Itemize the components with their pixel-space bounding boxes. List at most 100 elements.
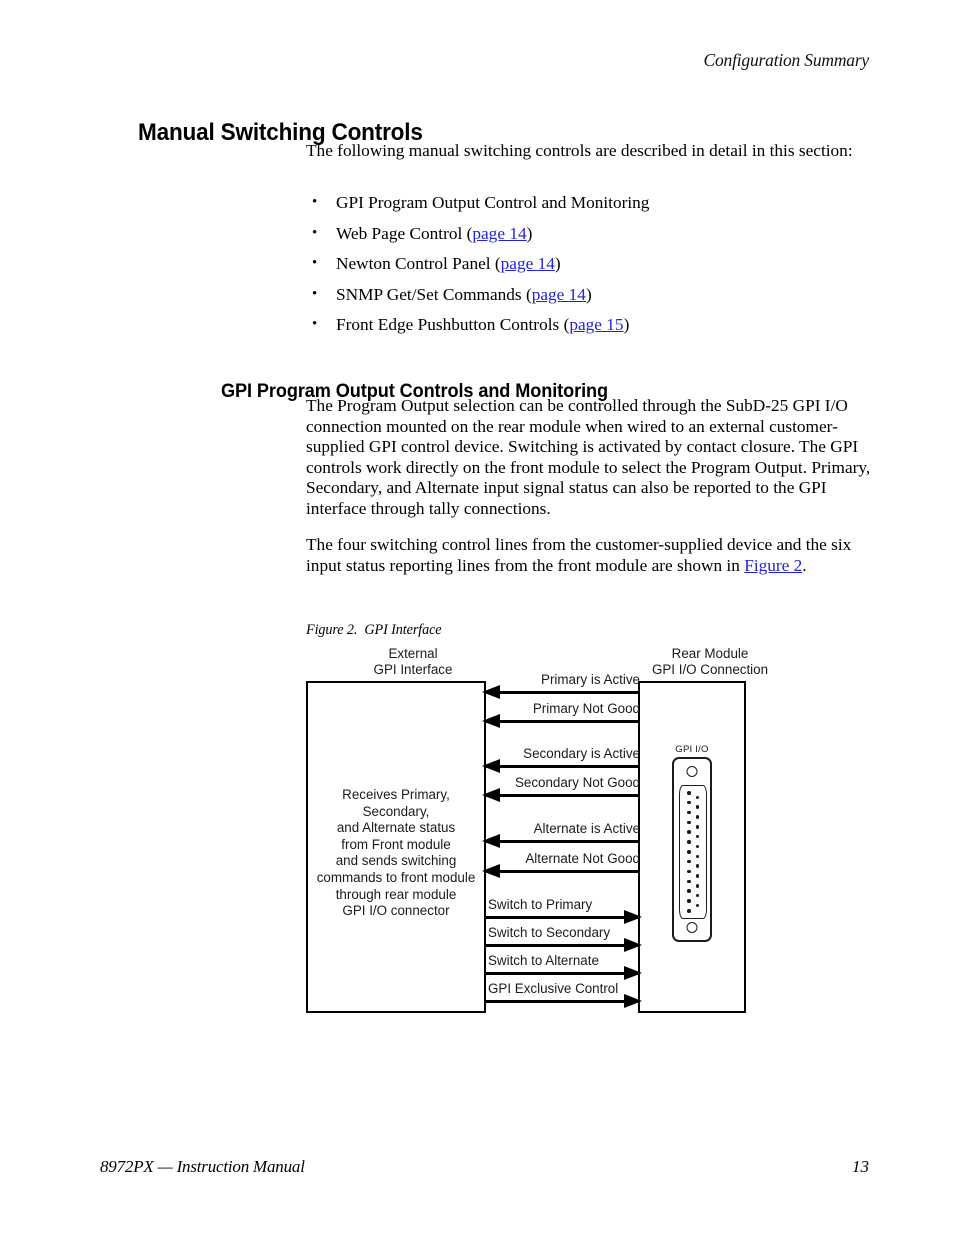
bullet-paren-close: ): [526, 223, 533, 243]
arrowhead-left-icon: [482, 834, 500, 848]
connector-pin: [687, 909, 691, 913]
signal-label: Switch to Secondary: [488, 925, 611, 940]
connector-screw-top-icon: [686, 766, 698, 777]
text-line: Receives Primary, Secondary,: [342, 787, 450, 819]
connector-pin: [695, 874, 700, 878]
text-line: GPI Interface: [373, 661, 453, 677]
connector-pin: [695, 795, 700, 800]
connector-pin: [695, 844, 700, 849]
connector-pin: [687, 889, 691, 893]
connector-screw-bottom-icon: [686, 922, 698, 933]
page-reference-link[interactable]: page 14: [472, 224, 526, 243]
bullet-item: GPI Program Output Control and Monitorin…: [306, 192, 872, 223]
arrowhead-left-icon: [482, 685, 500, 699]
bullet-list: GPI Program Output Control and Monitorin…: [306, 192, 872, 345]
bullet-paren-close: ): [554, 254, 561, 274]
arrowhead-left-icon: [482, 759, 500, 773]
text-line: External: [388, 646, 438, 661]
page-reference-link[interactable]: page 14: [501, 254, 555, 273]
bullet-paren-close: ): [623, 315, 630, 335]
page-reference-link[interactable]: page 15: [569, 315, 623, 334]
arrowhead-right-icon: [624, 966, 642, 980]
figure-caption: Figure 2. GPI Interface: [306, 622, 442, 639]
signal-line: [484, 691, 640, 694]
text-line: and Alternate status: [336, 820, 456, 836]
paragraph-two: The four switching control lines from th…: [306, 535, 872, 576]
connector-pin: [687, 899, 691, 903]
signal-line: [484, 916, 640, 919]
signal-label: Primary is Active: [541, 672, 640, 687]
connector-pin: [687, 820, 691, 825]
bullet-label: SNMP Get/Set Commands: [336, 284, 526, 304]
text-line: Rear Module: [671, 646, 749, 661]
signal-label: Switch to Primary: [488, 897, 593, 912]
footer-page-number: 13: [852, 1157, 869, 1176]
signal-line: [484, 972, 640, 975]
intro-paragraph: The following manual switching controls …: [306, 141, 853, 160]
figure-caption-title: GPI Interface: [364, 622, 442, 638]
text-line: from Front module: [341, 836, 451, 852]
signal-line: [484, 840, 640, 843]
signal-line: [484, 794, 640, 797]
signal-label: Primary Not Good: [532, 701, 640, 716]
bullet-item: Front Edge Pushbutton Controls (page 15): [306, 314, 872, 345]
subd-25-connector: [672, 757, 712, 942]
text-line: through rear module: [335, 886, 457, 902]
connector-pin: [687, 859, 691, 864]
text-line: GPI I/O connector: [342, 903, 450, 919]
signal-line: [484, 944, 640, 947]
signal-label: Secondary is Active: [523, 746, 640, 761]
bullet-label: Web Page Control: [336, 223, 467, 243]
text-line: commands to front module: [316, 869, 476, 885]
signal-line: [484, 870, 640, 873]
gpi-interface-diagram: External GPI Interface Rear Module GPI I/O…: [300, 644, 770, 1024]
connector-pin: [687, 879, 691, 884]
signal-label: Alternate is Active: [533, 821, 640, 836]
gpi-io-connector-label: GPI I/O: [675, 744, 709, 755]
arrowhead-left-icon: [482, 788, 500, 802]
connector-pin: [695, 893, 700, 898]
connector-pin: [687, 840, 691, 844]
connector-pin: [695, 825, 700, 829]
text-line: GPI I/O Connection: [651, 661, 769, 677]
connector-pin: [687, 830, 691, 834]
running-header: Configuration Summary: [703, 50, 870, 70]
document-page: Configuration Summary Manual Switching C…: [0, 0, 954, 1235]
bullet-label: GPI Program Output Control and Monitorin…: [336, 193, 650, 212]
external-gpi-interface-description: Receives Primary, Secondary, and Alternat…: [308, 787, 484, 920]
figure-2-link[interactable]: Figure 2: [744, 556, 802, 575]
connector-pin: [695, 815, 700, 819]
bullet-label: Newton Control Panel: [336, 254, 495, 274]
connector-pin: [695, 834, 700, 839]
connector-pin: [687, 869, 691, 874]
connector-pin: [687, 800, 691, 805]
bullet-item: Web Page Control (page 14): [306, 223, 872, 254]
connector-pin: [687, 791, 691, 795]
signal-line: [484, 1000, 640, 1003]
page-reference-link[interactable]: page 14: [532, 285, 586, 304]
signal-label: Switch to Alternate: [488, 953, 599, 968]
connector-pin: [695, 903, 700, 908]
external-gpi-interface-label: External GPI Interface: [328, 646, 498, 677]
figure-caption-number: Figure 2.: [306, 622, 358, 638]
connector-pin: [695, 854, 700, 859]
text-line: and sends switching: [335, 853, 457, 869]
signal-label: Alternate Not Good: [525, 851, 640, 866]
arrowhead-right-icon: [624, 994, 642, 1008]
connector-pin: [695, 884, 700, 888]
connector-pin: [695, 864, 700, 868]
footer-manual-title: 8972PX — Instruction Manual: [100, 1157, 305, 1176]
bullet-item: Newton Control Panel (page 14): [306, 253, 872, 284]
signal-line: [484, 765, 640, 768]
bullet-label: Front Edge Pushbutton Controls: [336, 315, 564, 335]
bullet-paren-close: ): [585, 284, 592, 304]
signal-line: [484, 720, 640, 723]
connector-pin: [687, 810, 691, 815]
arrowhead-right-icon: [624, 938, 642, 952]
signal-label: Secondary Not Good: [514, 775, 640, 790]
bullet-item: SNMP Get/Set Commands (page 14): [306, 284, 872, 315]
connector-shell: [679, 785, 707, 919]
rear-module-label: Rear Module GPI I/O Connection: [620, 646, 800, 677]
arrowhead-left-icon: [482, 714, 500, 728]
connector-pin: [695, 805, 700, 809]
